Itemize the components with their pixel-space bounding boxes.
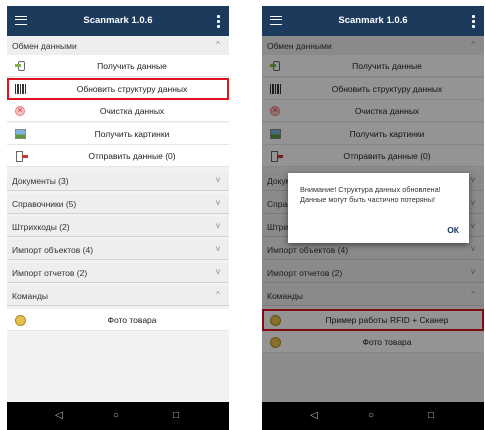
dialog-message: Внимание! Структура данных обновлена! Да… [300,185,441,204]
section-label: Документы (3) [12,175,69,186]
home-icon[interactable]: ○ [368,410,374,421]
menu-item[interactable]: Отправить данные (0) [7,145,229,167]
section-label: Штрихкоды (2) [12,221,70,232]
barcode-icon [15,83,26,94]
system-nav-bar: ◁ ○ □ [7,402,229,430]
section-label: Справочники (5) [12,198,77,209]
menu-item-label: Обновить структуру данных [76,83,188,94]
menu-item-label: Получить картинки [94,128,170,139]
section-header[interactable]: Справочники (5) v [7,193,229,214]
section-header[interactable]: Импорт отчетов (2) v [7,262,229,283]
menu-item[interactable]: Фото товара [7,308,229,331]
home-icon[interactable]: ○ [113,410,119,421]
chevron-down-icon[interactable]: v [216,175,220,184]
section-label: Импорт отчетов (2) [12,267,88,278]
dialog-ok-button[interactable]: ОК [447,225,459,235]
menu-item[interactable]: Получить данные [7,55,229,77]
import-arrow-icon [15,64,21,67]
chevron-down-icon[interactable]: v [216,267,220,276]
back-icon[interactable]: ◁ [55,410,63,421]
recent-apps-icon[interactable]: □ [173,410,179,421]
screen-before-update: Scanmark 1.0.6 Обмен данными ^ Получить да… [7,6,229,430]
section-header[interactable]: Штрихкоды (2) v [7,216,229,237]
section-header[interactable]: Импорт объектов (4) v [7,239,229,260]
menu-item-label: Фото товара [107,314,157,325]
chevron-down-icon[interactable]: v [216,221,220,230]
more-options-icon[interactable] [472,15,475,28]
menu-item-label: Отправить данные (0) [88,151,176,161]
photo-icon [15,314,26,326]
app-title: Scanmark 1.0.6 [338,15,408,26]
picture-icon [15,128,26,139]
menu-item-label: Очистка данных [99,106,165,116]
section-label: Команды [12,290,49,301]
section-header[interactable]: Документы (3) v [7,170,229,191]
recent-apps-icon[interactable]: □ [428,410,434,421]
chevron-down-icon[interactable]: v [216,198,220,207]
section-header[interactable]: Обмен данными ^ [7,36,229,56]
chevron-up-icon[interactable]: ^ [216,40,220,49]
system-nav-bar: ◁ ○ □ [262,402,484,430]
app-title: Scanmark 1.0.6 [83,15,153,26]
clear-icon [15,105,25,116]
more-options-icon[interactable] [217,15,220,28]
menu-item-label: Получить данные [97,61,167,71]
section-header[interactable]: Команды ^ [7,285,229,306]
menu-item[interactable]: Обновить структуру данных [7,77,229,100]
app-bar: Scanmark 1.0.6 [7,6,229,36]
section-label: Обмен данными [12,41,77,51]
app-bar: Scanmark 1.0.6 [262,6,484,36]
menu-item[interactable]: Получить картинки [7,122,229,145]
back-icon[interactable]: ◁ [310,410,318,421]
menu-item[interactable]: Очистка данных [7,100,229,122]
section-label: Импорт объектов (4) [12,244,94,255]
chevron-down-icon[interactable]: v [216,244,220,253]
export-arrow-icon [22,155,28,158]
chevron-up-icon[interactable]: ^ [216,290,220,299]
alert-dialog: Внимание! Структура данных обновлена! Да… [288,173,469,243]
screen-after-update: Scanmark 1.0.6 Обмен данными ^ Получить да… [262,6,484,430]
